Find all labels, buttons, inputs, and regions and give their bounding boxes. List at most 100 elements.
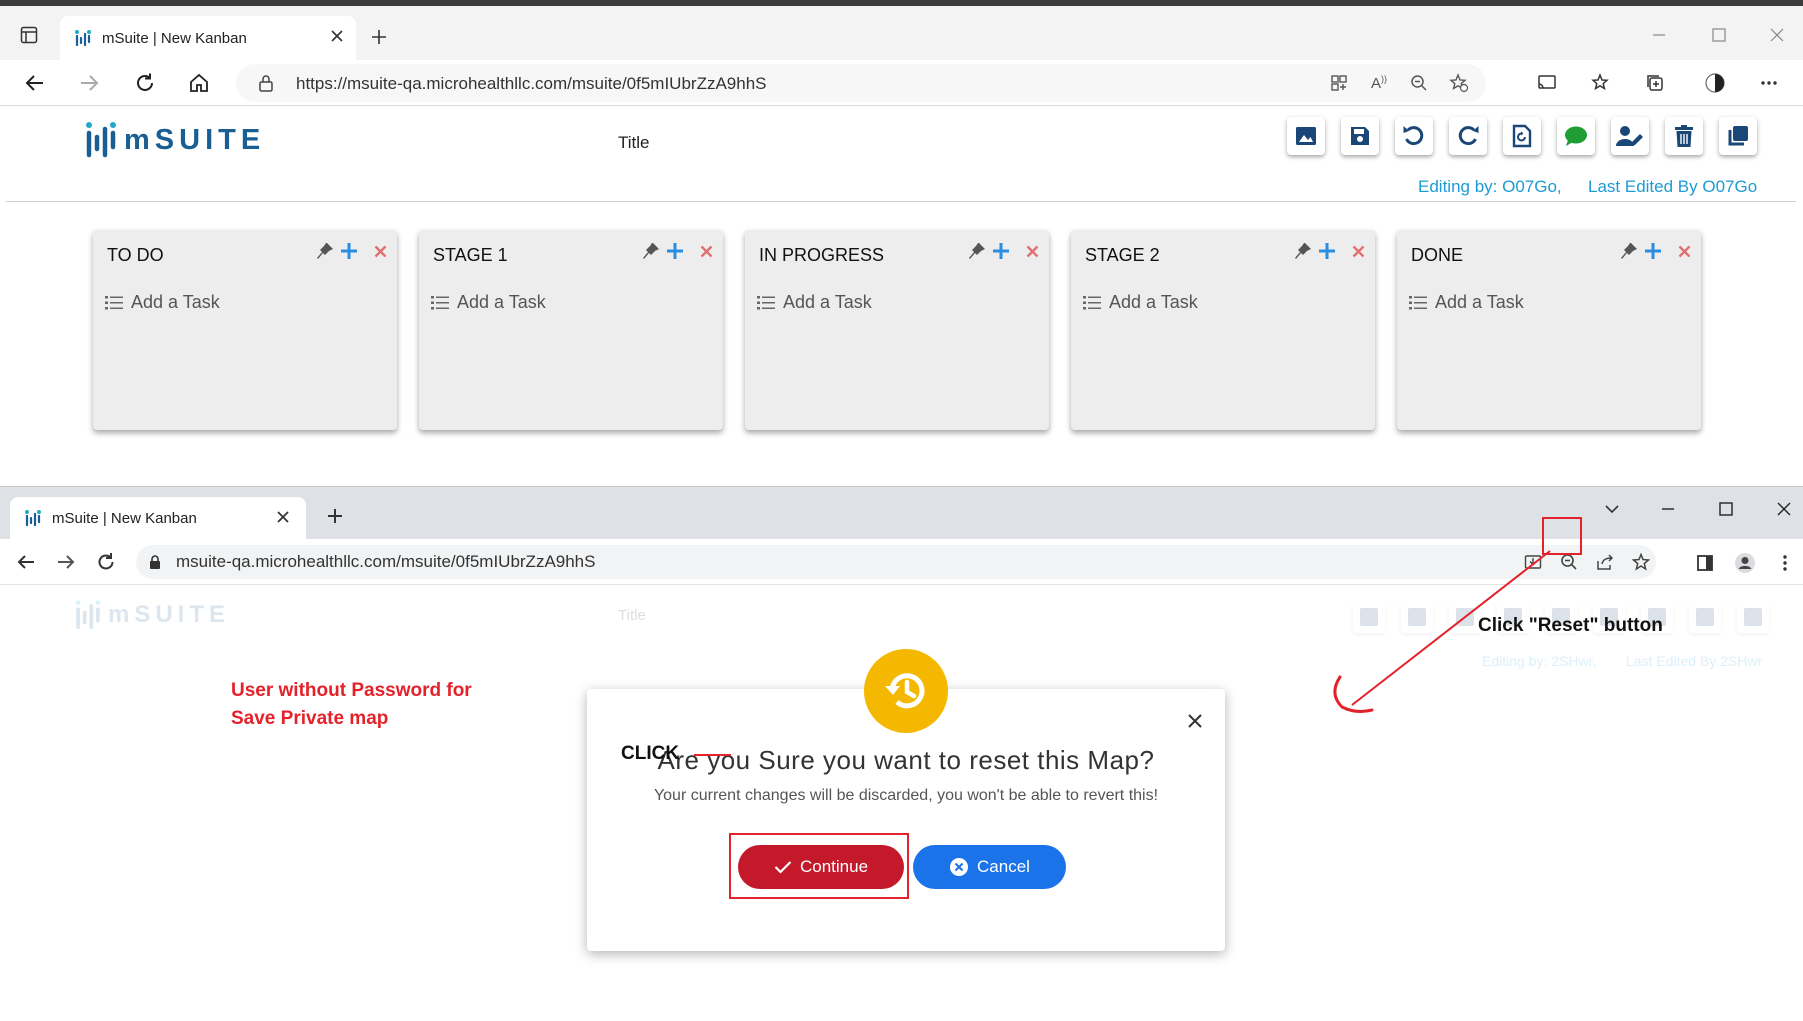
side-panel-icon[interactable]: [1692, 550, 1718, 576]
maximize-icon[interactable]: [1704, 20, 1734, 50]
add-task-button[interactable]: Add a Task: [757, 292, 872, 313]
apps-icon[interactable]: [1328, 72, 1350, 94]
user-permissions-button[interactable]: [1611, 117, 1649, 155]
insert-image-button[interactable]: [1287, 117, 1325, 155]
forward-icon[interactable]: [74, 68, 104, 98]
stage-title[interactable]: STAGE 2: [1085, 245, 1160, 266]
trash-icon: [1689, 601, 1721, 633]
comments-button[interactable]: [1557, 117, 1595, 155]
duplicate-button[interactable]: [1719, 117, 1757, 155]
add-task-icon[interactable]: [1318, 242, 1336, 260]
stage-actions: [316, 242, 387, 260]
dialog-close-icon[interactable]: [1183, 709, 1207, 733]
tab-close-icon[interactable]: [276, 510, 290, 524]
stage-title[interactable]: STAGE 1: [433, 245, 508, 266]
lock-icon[interactable]: [146, 553, 164, 571]
pin-icon[interactable]: [316, 242, 334, 260]
add-task-button[interactable]: Add a Task: [431, 292, 546, 313]
user-note-line1: User without Password for: [231, 680, 472, 701]
add-favorite-icon[interactable]: [1448, 72, 1470, 94]
new-tab-icon[interactable]: [322, 503, 348, 529]
tab-actions-icon[interactable]: [16, 22, 42, 48]
stage-column: STAGE 1 Add a Task: [419, 230, 723, 430]
browser-tab[interactable]: mSuite | New Kanban: [60, 16, 356, 60]
add-task-icon[interactable]: [992, 242, 1010, 260]
undo-icon: [1402, 124, 1426, 148]
pin-icon[interactable]: [642, 242, 660, 260]
trash-icon: [1674, 125, 1694, 147]
redo-button[interactable]: [1449, 117, 1487, 155]
continue-button[interactable]: Continue: [738, 845, 904, 889]
favorites-icon[interactable]: [1586, 68, 1616, 98]
reset-button[interactable]: [1503, 117, 1541, 155]
zoom-out-icon[interactable]: [1408, 72, 1430, 94]
close-window-icon[interactable]: [1762, 20, 1792, 50]
stage-title[interactable]: IN PROGRESS: [759, 245, 884, 266]
tab-close-icon[interactable]: [330, 29, 344, 43]
msuite-logo[interactable]: mSUITE: [84, 121, 265, 159]
delete-stage-icon[interactable]: [1678, 245, 1691, 258]
lock-icon[interactable]: [256, 73, 276, 93]
browser-tab[interactable]: mSuite | New Kanban: [10, 497, 306, 539]
profile-icon[interactable]: [1732, 550, 1758, 576]
close-window-icon[interactable]: [1770, 495, 1798, 523]
delete-button[interactable]: [1665, 117, 1703, 155]
minimize-icon[interactable]: [1654, 495, 1682, 523]
share-icon[interactable]: [1594, 551, 1616, 573]
tab-bar: mSuite | New Kanban: [0, 487, 1803, 539]
add-task-button[interactable]: Add a Task: [1409, 292, 1524, 313]
add-task-button[interactable]: Add a Task: [1083, 292, 1198, 313]
tab-search-icon[interactable]: [1598, 495, 1626, 523]
copy-icon: [1737, 601, 1769, 633]
cancel-button[interactable]: Cancel: [913, 845, 1066, 889]
pin-icon[interactable]: [1620, 242, 1638, 260]
chrome-window: mSuite | New Kanban msuite-qa.microhealt…: [0, 487, 1803, 1021]
reset-instruction-text: Click "Reset" button: [1478, 615, 1663, 636]
address-bar[interactable]: https://msuite-qa.microhealthllc.com/msu…: [236, 64, 1486, 102]
list-icon: [1083, 295, 1101, 310]
minimize-icon[interactable]: [1644, 20, 1674, 50]
click-pointer-line: [694, 754, 731, 756]
pin-icon[interactable]: [1294, 242, 1312, 260]
delete-stage-icon[interactable]: [700, 245, 713, 258]
add-task-icon[interactable]: [1644, 242, 1662, 260]
save-button[interactable]: [1341, 117, 1379, 155]
cancel-circle-icon: [949, 857, 969, 877]
msuite-logo-icon: [74, 599, 102, 631]
annotation-arrow: [1333, 550, 1551, 713]
stage-title[interactable]: DONE: [1411, 245, 1463, 266]
stage-title[interactable]: TO DO: [107, 245, 164, 266]
refresh-icon[interactable]: [130, 68, 160, 98]
save-icon: [1349, 125, 1371, 147]
header-divider: [6, 201, 1796, 202]
bookmark-star-icon[interactable]: [1630, 551, 1652, 573]
map-title[interactable]: Title: [618, 133, 650, 153]
forward-icon[interactable]: [52, 548, 80, 576]
delete-stage-icon[interactable]: [1352, 245, 1365, 258]
delete-stage-icon[interactable]: [374, 245, 387, 258]
new-tab-icon[interactable]: [366, 24, 392, 50]
maximize-icon[interactable]: [1712, 495, 1740, 523]
refresh-icon[interactable]: [92, 548, 120, 576]
more-menu-icon[interactable]: [1772, 550, 1798, 576]
home-icon[interactable]: [184, 68, 214, 98]
undo-button[interactable]: [1395, 117, 1433, 155]
profile-icon[interactable]: [1700, 68, 1730, 98]
add-task-icon[interactable]: [666, 242, 684, 260]
back-icon[interactable]: [12, 548, 40, 576]
more-menu-icon[interactable]: [1754, 68, 1784, 98]
read-aloud-icon[interactable]: A)): [1368, 72, 1390, 94]
cast-icon[interactable]: [1532, 68, 1562, 98]
map-title: Title: [618, 607, 646, 624]
copy-icon: [1726, 124, 1750, 148]
add-task-icon[interactable]: [340, 242, 358, 260]
pin-icon[interactable]: [968, 242, 986, 260]
stage-actions: [1294, 242, 1365, 260]
delete-stage-icon[interactable]: [1026, 245, 1039, 258]
msuite-favicon-icon: [24, 509, 42, 527]
back-icon[interactable]: [20, 68, 50, 98]
stage-column: DONE Add a Task: [1397, 230, 1701, 430]
add-task-label: Add a Task: [457, 292, 546, 312]
add-task-button[interactable]: Add a Task: [105, 292, 220, 313]
collections-icon[interactable]: [1640, 68, 1670, 98]
